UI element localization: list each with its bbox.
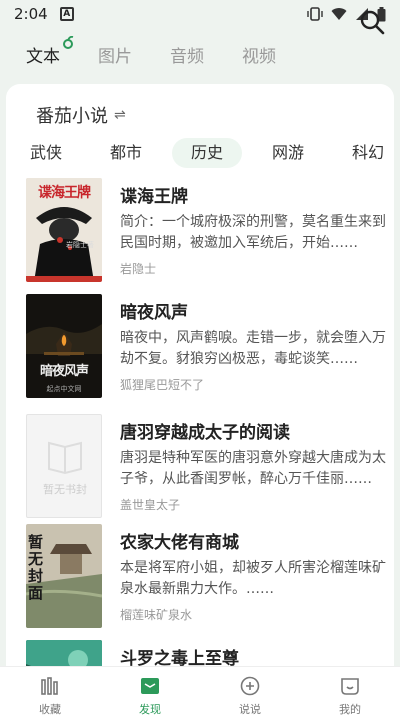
nav-profile[interactable]: 我的 — [300, 667, 400, 720]
source-label: 番茄小说 — [36, 106, 108, 127]
nav-favorites-label: 收藏 — [39, 703, 61, 716]
cover-title: 暂无封面 — [28, 533, 44, 602]
wifi-icon — [331, 8, 347, 20]
tab-video[interactable]: 视频 — [242, 42, 276, 67]
cover-title: 谍海王牌 — [38, 185, 91, 201]
source-selector[interactable]: 番茄小说 ⇌ — [36, 102, 126, 128]
book-title: 农家大佬有商城 — [120, 533, 239, 553]
tab-audio-label: 音频 — [170, 46, 204, 67]
book-item[interactable]: 暂无书封 唐羽穿越成太子的阅读 唐羽是特种军医的唐羽意外穿越大唐成为太子爷，从此… — [6, 414, 394, 524]
book-title: 谍海王牌 — [120, 187, 188, 207]
book-author: 岩隐士 — [120, 262, 157, 276]
vibrate-icon — [307, 7, 323, 21]
category-scifi[interactable]: 科幻 — [342, 138, 394, 168]
book-item[interactable]: 谍海王牌 岩隐士著 谍海王牌 简介：一个城府极深的刑警，莫名重生来到民国时期，被… — [6, 178, 394, 288]
nav-discover[interactable]: 发现 — [100, 667, 200, 720]
book-author: 盖世皇太子 — [120, 498, 181, 512]
content-card: 番茄小说 ⇌ 武侠 都市 历史 网游 科幻 谍海王牌 岩隐士著 谍海王牌 简介：… — [6, 84, 394, 684]
search-icon[interactable] — [358, 8, 386, 36]
book-item[interactable]: 暗夜风声 起点中文网 暗夜风声 暗夜中，风声鹤唳。走错一步，就会堕入万劫不复。豺… — [6, 294, 394, 404]
cover-title: 暗夜风声 — [39, 364, 89, 379]
nav-profile-label: 我的 — [339, 703, 361, 716]
bottom-navigation: 收藏 发现 说说 我的 — [0, 666, 400, 720]
book-title: 暗夜风声 — [120, 303, 188, 323]
book-cover: 谍海王牌 岩隐士著 — [26, 178, 102, 282]
category-history[interactable]: 历史 — [172, 138, 242, 168]
status-time: 2:04 — [14, 5, 48, 23]
nav-favorites[interactable]: 收藏 — [0, 667, 100, 720]
tab-text[interactable]: 文本 — [26, 35, 74, 67]
tab-images[interactable]: 图片 — [98, 42, 132, 67]
book-open-icon — [141, 678, 159, 694]
book-item[interactable]: 暂无封面 农家大佬有商城 本是将军府小姐，却被歹人所害沦榴莲味矿泉水最新鼎力大作… — [6, 524, 394, 634]
smile-icon — [341, 678, 359, 695]
nav-moments-label: 说说 — [239, 703, 261, 716]
cover-subtitle: 起点中文网 — [46, 385, 82, 393]
placeholder-book-icon — [48, 441, 82, 475]
nav-discover-label: 发现 — [139, 703, 161, 716]
status-bar: 2:04 A — [0, 0, 400, 28]
book-cover: 暂无书封 — [26, 414, 102, 518]
category-online-game[interactable]: 网游 — [262, 138, 314, 168]
cover-placeholder-text: 暂无书封 — [43, 483, 87, 496]
book-description: 暗夜中，风声鹤唳。走错一步，就会堕入万劫不复。豺狼穷凶极恶，毒蛇谈笑…… — [120, 330, 386, 367]
swap-icon: ⇌ — [114, 107, 126, 123]
book-description: 唐羽是特种军医的唐羽意外穿越大唐成为太子爷，从此香闺罗帐，醉心万千佳丽…… — [120, 450, 386, 487]
cover-subtitle: 岩隐士著 — [66, 241, 94, 249]
notification-icon: A — [59, 7, 74, 21]
book-cover: 暗夜风声 起点中文网 — [26, 294, 102, 398]
plus-circle-icon — [240, 676, 260, 696]
book-author: 狐狸尾巴短不了 — [120, 378, 205, 392]
book-title: 唐羽穿越成太子的阅读 — [120, 423, 290, 443]
leaf-icon — [63, 35, 74, 49]
cover-art — [26, 294, 102, 398]
nav-moments[interactable]: 说说 — [200, 667, 300, 720]
tab-audio[interactable]: 音频 — [170, 42, 204, 67]
book-description: 本是将军府小姐，却被歹人所害沦榴莲味矿泉水最新鼎力大作。…… — [120, 560, 386, 597]
content-type-tabs: 文本 图片 音频 视频 — [0, 32, 400, 76]
book-author: 榴莲味矿泉水 — [120, 608, 193, 622]
bookshelf-icon — [41, 677, 58, 695]
book-description: 简介：一个城府极深的刑警，莫名重生来到民国时期，被邀加入军统后，开始…… — [120, 214, 386, 251]
book-cover: 暂无封面 — [26, 524, 102, 628]
tab-images-label: 图片 — [98, 46, 132, 67]
tab-text-label: 文本 — [26, 46, 60, 67]
category-wuxia[interactable]: 武侠 — [20, 138, 72, 168]
category-urban[interactable]: 都市 — [100, 138, 152, 168]
tab-video-label: 视频 — [242, 46, 276, 67]
category-tabs: 武侠 都市 历史 网游 科幻 — [6, 138, 394, 168]
